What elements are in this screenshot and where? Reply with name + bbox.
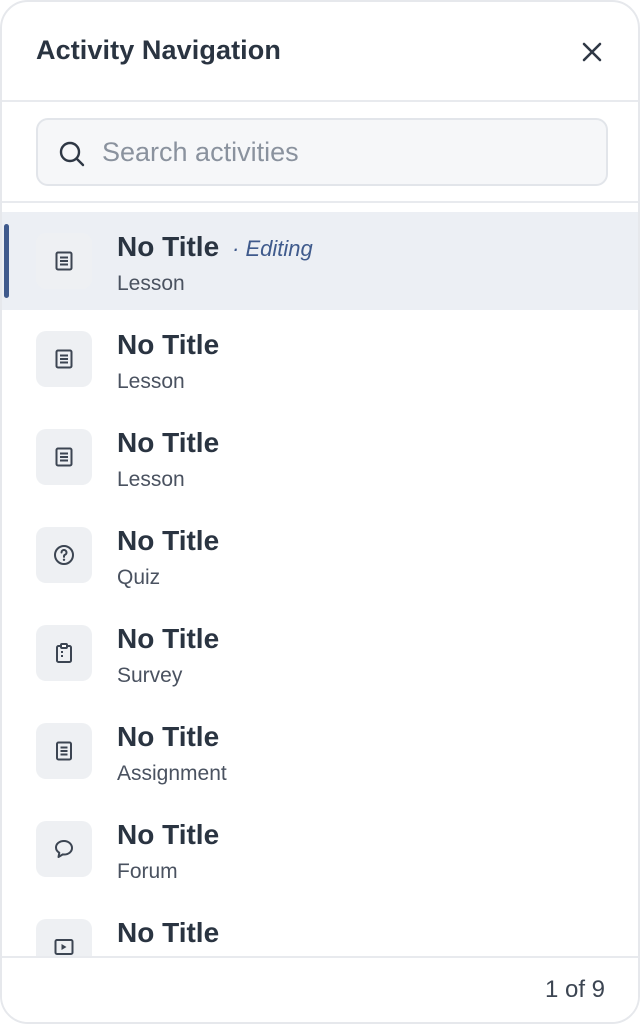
activity-type: Lesson <box>117 272 185 295</box>
close-button[interactable] <box>576 36 608 68</box>
page-count: 1 of 9 <box>544 976 605 1003</box>
document-icon <box>36 331 92 387</box>
search-input[interactable] <box>102 120 592 184</box>
activity-item[interactable]: No Title Forum <box>2 800 638 898</box>
activity-item[interactable]: No Title Assignment <box>2 702 638 800</box>
activity-item[interactable]: No Title · Editing Lesson <box>2 212 638 310</box>
activity-navigation-panel: Activity Navigation No Title · Editing Les… <box>0 0 640 1024</box>
activity-item[interactable]: No Title Lesson <box>2 310 638 408</box>
activity-item[interactable]: No Title Survey <box>2 604 638 702</box>
question-circle-icon <box>36 527 92 583</box>
close-icon <box>582 42 602 62</box>
activity-title: No Title <box>117 525 220 556</box>
panel-footer: 1 of 9 <box>2 956 638 1022</box>
activity-type: Lesson <box>117 468 185 491</box>
activity-title: No Title <box>117 917 220 948</box>
assignment-icon <box>36 723 92 779</box>
activity-list[interactable]: No Title · Editing Lesson No Title Lesson No … <box>2 212 638 958</box>
editing-status: · Editing <box>232 236 313 261</box>
activity-title: No Title <box>117 623 220 654</box>
activity-title: No Title <box>117 231 220 262</box>
activity-type: Quiz <box>117 566 161 589</box>
activity-title: No Title <box>117 819 220 850</box>
activity-title: No Title <box>117 427 220 458</box>
search-box[interactable] <box>36 118 608 186</box>
activity-item[interactable]: No Title <box>2 898 638 958</box>
document-icon <box>36 429 92 485</box>
panel-header: Activity Navigation <box>2 2 638 102</box>
activity-title: No Title <box>117 721 220 752</box>
activity-type: Lesson <box>117 370 185 393</box>
activity-item[interactable]: No Title Lesson <box>2 408 638 506</box>
activity-type: Survey <box>117 664 183 687</box>
activity-type: Assignment <box>117 762 227 785</box>
speech-bubble-icon <box>36 821 92 877</box>
activity-title: No Title <box>117 329 220 360</box>
panel-title: Activity Navigation <box>36 35 281 65</box>
activity-type: Forum <box>117 860 178 883</box>
search-section <box>2 102 638 203</box>
video-icon <box>36 919 92 958</box>
clipboard-icon <box>36 625 92 681</box>
activity-item[interactable]: No Title Quiz <box>2 506 638 604</box>
document-icon <box>36 233 92 289</box>
search-icon <box>59 141 85 167</box>
